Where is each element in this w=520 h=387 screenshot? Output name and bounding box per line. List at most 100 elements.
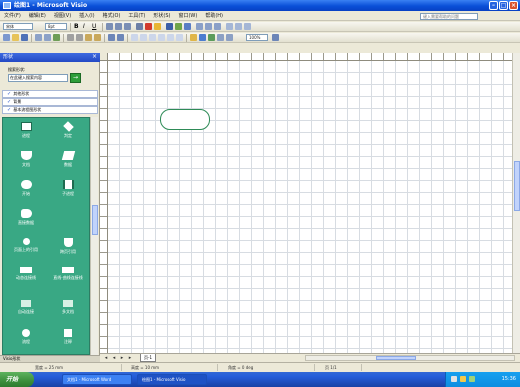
format-painter-icon[interactable] bbox=[94, 34, 101, 41]
transparency-icon[interactable] bbox=[244, 23, 251, 30]
shape-on-page-reference[interactable]: 页面上的引用 bbox=[5, 236, 47, 263]
align-left-icon[interactable] bbox=[106, 23, 113, 30]
shape-annotation[interactable]: 注释 bbox=[47, 327, 89, 354]
previous-page-icon[interactable]: ◂ bbox=[111, 355, 117, 361]
text-color-icon[interactable] bbox=[145, 23, 152, 30]
horizontal-ruler[interactable] bbox=[108, 53, 512, 61]
drawing-canvas[interactable] bbox=[108, 61, 512, 353]
menu-window[interactable]: 窗口(W) bbox=[174, 11, 201, 21]
menu-shape[interactable]: 形状(S) bbox=[149, 11, 174, 21]
volume-icon[interactable] bbox=[460, 376, 466, 382]
font-name-combo[interactable]: 宋体 bbox=[3, 23, 33, 30]
line-tool-icon[interactable] bbox=[176, 34, 183, 41]
indent-icon[interactable] bbox=[136, 23, 143, 30]
horizontal-scrollbar[interactable] bbox=[305, 355, 515, 361]
shape-auto-connect[interactable]: 自动连接 bbox=[5, 298, 47, 325]
italic-button[interactable]: I bbox=[83, 23, 90, 30]
save-icon[interactable] bbox=[21, 34, 28, 41]
taskbar-item-word[interactable]: 文档1 - Microsoft Word bbox=[62, 374, 132, 385]
shape-line-curve-connector[interactable]: 直线-曲线连接线 bbox=[47, 265, 89, 292]
menu-file[interactable]: 文件(F) bbox=[0, 11, 25, 21]
help-question-input[interactable]: 键入需要帮助的问题 bbox=[420, 13, 478, 20]
bold-button[interactable]: B bbox=[74, 23, 81, 30]
line-pattern-icon[interactable] bbox=[205, 23, 212, 30]
stencil-tab-more-shapes[interactable]: ✓ 其他形状 bbox=[2, 90, 98, 98]
shape-dynamic-connector[interactable]: 动态连接线 bbox=[5, 265, 47, 292]
search-go-button[interactable]: → bbox=[70, 73, 81, 83]
zoom-combo[interactable]: 100% bbox=[246, 34, 268, 41]
scrollbar-thumb[interactable] bbox=[514, 161, 520, 211]
fill-pattern-icon[interactable] bbox=[235, 23, 242, 30]
corner-rounding-icon[interactable] bbox=[226, 23, 233, 30]
ruler-corner[interactable] bbox=[100, 53, 108, 61]
vertical-scrollbar[interactable] bbox=[512, 53, 520, 353]
shape-start[interactable]: 开始 bbox=[5, 178, 47, 205]
copy-icon[interactable] bbox=[76, 34, 83, 41]
shape-process[interactable]: 进程 bbox=[5, 120, 47, 147]
stamp-icon[interactable] bbox=[217, 34, 224, 41]
layers-icon[interactable] bbox=[199, 34, 206, 41]
shape-multi-document[interactable]: 多文档 bbox=[47, 298, 89, 325]
shape-decision[interactable]: 判定 bbox=[47, 120, 89, 147]
close-icon[interactable]: × bbox=[91, 54, 98, 61]
highlight-icon[interactable] bbox=[154, 23, 161, 30]
print-preview-icon[interactable] bbox=[44, 34, 51, 41]
ellipse-tool-icon[interactable] bbox=[167, 34, 174, 41]
first-page-icon[interactable]: ◂ bbox=[103, 355, 109, 361]
shape-data[interactable]: 数据 bbox=[47, 149, 89, 176]
shape-subprocess[interactable]: 子进程 bbox=[47, 178, 89, 205]
minimize-button[interactable]: – bbox=[489, 1, 498, 10]
shape-blank[interactable] bbox=[47, 207, 89, 234]
redo-icon[interactable] bbox=[117, 34, 124, 41]
shape-document[interactable]: 文档 bbox=[5, 149, 47, 176]
maximize-button[interactable]: □ bbox=[499, 1, 508, 10]
text-tool-icon[interactable] bbox=[149, 34, 156, 41]
pointer-tool-icon[interactable] bbox=[131, 34, 138, 41]
start-button[interactable]: 开始 bbox=[0, 372, 34, 387]
vertical-ruler[interactable] bbox=[100, 61, 108, 353]
menu-insert[interactable]: 插入(I) bbox=[75, 11, 98, 21]
font-size-combo[interactable]: 8pt bbox=[45, 23, 67, 30]
shadow-icon[interactable] bbox=[184, 23, 191, 30]
taskbar-item-visio[interactable]: 绘图1 - Microsoft Visio bbox=[137, 374, 207, 385]
paste-icon[interactable] bbox=[85, 34, 92, 41]
stencil-tab-backgrounds[interactable]: ✓ 背景 bbox=[2, 98, 98, 106]
undo-icon[interactable] bbox=[108, 34, 115, 41]
page-tab[interactable]: 页-1 bbox=[140, 354, 156, 362]
new-icon[interactable] bbox=[3, 34, 10, 41]
shape-flow[interactable]: 流程 bbox=[5, 327, 47, 354]
security-icon[interactable] bbox=[469, 376, 475, 382]
line-ends-icon[interactable] bbox=[214, 23, 221, 30]
spelling-icon[interactable] bbox=[53, 34, 60, 41]
menu-format[interactable]: 格式(O) bbox=[99, 11, 125, 21]
menu-tools[interactable]: 工具(T) bbox=[124, 11, 149, 21]
line-color-icon[interactable] bbox=[166, 23, 173, 30]
connector-icon[interactable] bbox=[208, 34, 215, 41]
fill-color-icon[interactable] bbox=[175, 23, 182, 30]
menu-edit[interactable]: 编辑(E) bbox=[25, 11, 50, 21]
last-page-icon[interactable]: ▸ bbox=[127, 355, 133, 361]
shape-direct-data[interactable]: 直接数据 bbox=[5, 207, 47, 234]
print-icon[interactable] bbox=[35, 34, 42, 41]
network-icon[interactable] bbox=[451, 376, 457, 382]
shapes-panel-footer[interactable]: Visio形状 bbox=[0, 355, 100, 362]
align-right-icon[interactable] bbox=[124, 23, 131, 30]
menu-help[interactable]: 帮助(H) bbox=[201, 11, 227, 21]
open-icon[interactable] bbox=[12, 34, 19, 41]
search-shapes-input[interactable]: 在此键入搜索内容 bbox=[8, 74, 68, 82]
rounded-rectangle-shape[interactable] bbox=[160, 109, 210, 130]
connector-tool-icon[interactable] bbox=[140, 34, 147, 41]
close-button[interactable]: × bbox=[509, 1, 518, 10]
align-center-icon[interactable] bbox=[115, 23, 122, 30]
menu-view[interactable]: 视图(V) bbox=[50, 11, 75, 21]
line-weight-icon[interactable] bbox=[196, 23, 203, 30]
underline-button[interactable]: U bbox=[92, 23, 99, 30]
shapes-panel-scrollbar[interactable] bbox=[90, 117, 98, 355]
stencil-tab-basic-flowchart[interactable]: ✓ 基本流程图形状 bbox=[2, 106, 98, 114]
shapes-window-icon[interactable] bbox=[190, 34, 197, 41]
crop-icon[interactable] bbox=[226, 34, 233, 41]
shape-off-page-reference[interactable]: 跨页引用 bbox=[47, 236, 89, 263]
rectangle-tool-icon[interactable] bbox=[158, 34, 165, 41]
next-page-icon[interactable]: ▸ bbox=[119, 355, 125, 361]
help-icon[interactable] bbox=[272, 34, 279, 41]
